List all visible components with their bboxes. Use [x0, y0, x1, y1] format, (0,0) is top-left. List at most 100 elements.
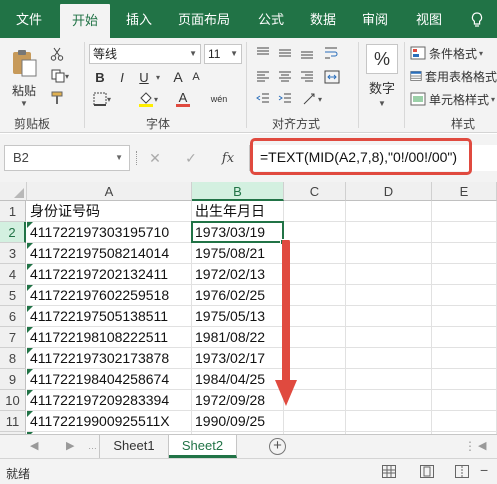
birth-date-cell[interactable]: 1990/09/25: [192, 411, 284, 432]
column-header-e[interactable]: E: [432, 182, 497, 201]
empty-cell[interactable]: [432, 327, 497, 348]
align-center-button[interactable]: [276, 68, 294, 86]
empty-cell[interactable]: [346, 201, 432, 222]
id-number-cell[interactable]: 411722197602259518: [27, 285, 192, 306]
tab-data[interactable]: 数据: [298, 0, 348, 38]
worksheet-grid[interactable]: ABCDE 1 身份证号码 出生年月日 2 411722197303195710 1973…: [0, 182, 497, 434]
cell-styles-button[interactable]: 单元格样式 ▾: [410, 89, 497, 109]
id-number-cell[interactable]: 411722198108222511: [27, 327, 192, 348]
copy-button[interactable]: ▾: [46, 66, 74, 86]
formula-bar-splitter[interactable]: [136, 151, 140, 165]
tab-insert[interactable]: 插入: [114, 0, 164, 38]
paste-button[interactable]: 粘贴 ▼: [6, 44, 42, 112]
header-cell[interactable]: 出生年月日: [192, 201, 284, 222]
row-header[interactable]: 5: [0, 285, 26, 306]
normal-view-icon[interactable]: [382, 465, 396, 478]
column-header-a[interactable]: A: [27, 182, 192, 201]
shrink-font-button[interactable]: A: [188, 68, 204, 86]
tell-me-icon[interactable]: [462, 0, 492, 38]
birth-date-cell[interactable]: 1972/09/28: [192, 390, 284, 411]
select-all-corner[interactable]: [0, 182, 27, 201]
id-number-cell[interactable]: 411722197302173878: [27, 348, 192, 369]
format-painter-button[interactable]: [46, 88, 68, 108]
birth-date-cell[interactable]: 1976/02/25: [192, 285, 284, 306]
percent-style-button[interactable]: %: [366, 44, 398, 74]
id-number-cell[interactable]: 411722197508214014: [27, 243, 192, 264]
empty-cell[interactable]: [346, 222, 432, 243]
name-box[interactable]: B2 ▼: [4, 145, 130, 171]
bold-button[interactable]: B: [91, 68, 109, 86]
grow-font-button[interactable]: A: [170, 68, 186, 86]
row-header[interactable]: 4: [0, 264, 26, 285]
empty-cell[interactable]: [346, 264, 432, 285]
hscroll-left-icon[interactable]: ◀: [478, 439, 486, 452]
underline-dropdown-icon[interactable]: ▾: [153, 68, 163, 86]
empty-cell[interactable]: [346, 411, 432, 432]
empty-cell[interactable]: [432, 243, 497, 264]
birth-date-cell[interactable]: 1981/08/22: [192, 327, 284, 348]
scroll-left-icon[interactable]: ◀: [30, 439, 38, 452]
wrap-text-button[interactable]: [320, 44, 344, 62]
row-header[interactable]: 9: [0, 369, 26, 390]
italic-button[interactable]: I: [113, 68, 131, 86]
underline-button[interactable]: U: [135, 68, 153, 86]
align-bottom-button[interactable]: [298, 44, 316, 62]
align-right-button[interactable]: [298, 68, 316, 86]
birth-date-cell[interactable]: 1973/02/17: [192, 348, 284, 369]
font-name-dropdown[interactable]: 等线 ▼: [89, 44, 201, 64]
row-header[interactable]: 10: [0, 390, 26, 411]
align-middle-button[interactable]: [276, 44, 294, 62]
increase-indent-button[interactable]: [276, 90, 294, 108]
id-number-cell[interactable]: 41172219900925511X: [27, 411, 192, 432]
header-cell[interactable]: 身份证号码: [27, 201, 192, 222]
font-color-button[interactable]: A: [170, 90, 196, 108]
row-header[interactable]: 3: [0, 243, 26, 264]
birth-date-cell[interactable]: 1975/05/13: [192, 306, 284, 327]
sheet-bar-splitter[interactable]: ⋮: [464, 439, 476, 453]
empty-cell[interactable]: [346, 306, 432, 327]
empty-cell[interactable]: [346, 348, 432, 369]
orientation-button[interactable]: ▾: [298, 90, 326, 108]
column-header-b[interactable]: B: [192, 182, 284, 201]
cancel-icon[interactable]: ✕: [143, 147, 167, 169]
page-layout-view-icon[interactable]: [420, 465, 434, 478]
conditional-formatting-button[interactable]: 条件格式 ▾: [410, 43, 497, 63]
zoom-out-icon[interactable]: −: [480, 462, 488, 478]
tab-view[interactable]: 视图: [404, 0, 454, 38]
empty-cell[interactable]: [346, 285, 432, 306]
empty-cell[interactable]: [432, 411, 497, 432]
empty-cell[interactable]: [346, 327, 432, 348]
font-size-dropdown[interactable]: 11 ▼: [204, 44, 242, 64]
row-header[interactable]: 11: [0, 411, 26, 432]
column-header-d[interactable]: D: [346, 182, 432, 201]
id-number-cell[interactable]: 411722198404258674: [27, 369, 192, 390]
sheet-tab-sheet1[interactable]: Sheet1: [99, 435, 169, 458]
id-number-cell[interactable]: 411722197202132411: [27, 264, 192, 285]
tab-review[interactable]: 审阅: [350, 0, 400, 38]
merge-center-button[interactable]: [320, 68, 344, 86]
row-header[interactable]: 1: [0, 201, 26, 222]
number-format-label[interactable]: 数字: [364, 78, 400, 96]
tab-formulas[interactable]: 公式: [246, 0, 296, 38]
empty-cell[interactable]: [346, 369, 432, 390]
phonetic-button[interactable]: wén: [208, 90, 230, 108]
empty-cell[interactable]: [432, 306, 497, 327]
empty-cell[interactable]: [432, 222, 497, 243]
align-left-button[interactable]: [254, 68, 272, 86]
row-header[interactable]: 2: [0, 222, 26, 243]
row-header[interactable]: 8: [0, 348, 26, 369]
number-format-dropdown-icon[interactable]: ▼: [374, 96, 390, 110]
cut-button[interactable]: [46, 44, 68, 64]
empty-cell[interactable]: [432, 264, 497, 285]
tab-file[interactable]: 文件: [4, 0, 54, 38]
row-header[interactable]: 7: [0, 327, 26, 348]
id-number-cell[interactable]: 411722197505138511: [27, 306, 192, 327]
format-as-table-button[interactable]: 套用表格格式: [410, 66, 497, 86]
column-header-c[interactable]: C: [284, 182, 346, 201]
empty-cell[interactable]: [346, 243, 432, 264]
enter-icon[interactable]: ✓: [179, 147, 203, 169]
page-break-view-icon[interactable]: [455, 465, 469, 478]
empty-cell[interactable]: [284, 201, 346, 222]
id-number-cell[interactable]: 411722197209283394: [27, 390, 192, 411]
align-top-button[interactable]: [254, 44, 272, 62]
